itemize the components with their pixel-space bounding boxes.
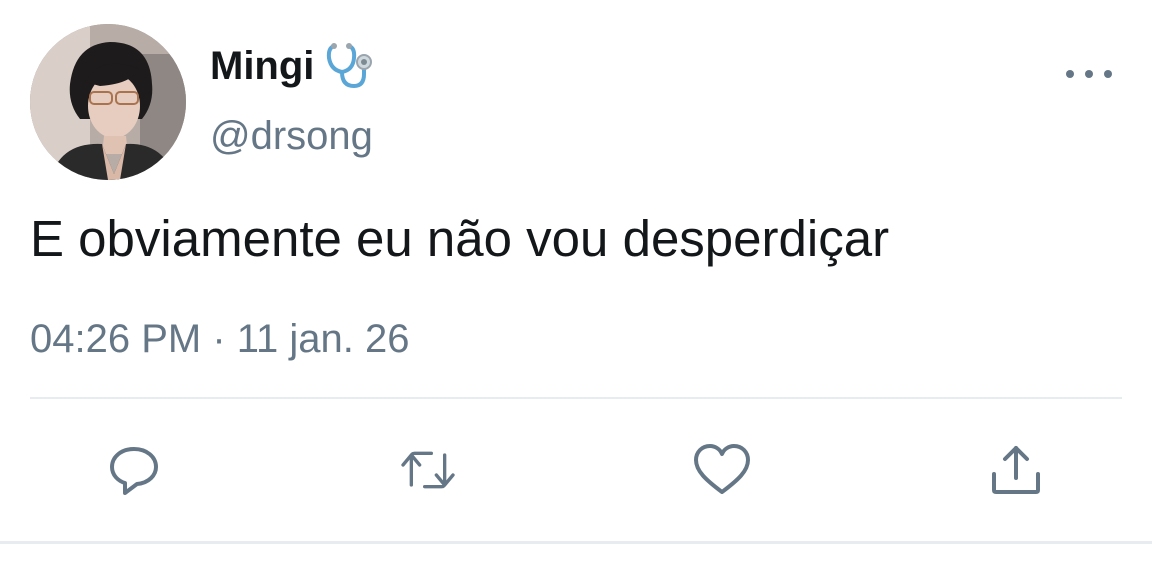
- more-dot-icon: [1085, 70, 1093, 78]
- avatar[interactable]: [30, 24, 186, 180]
- like-button[interactable]: [692, 440, 752, 500]
- reply-button[interactable]: [104, 440, 164, 500]
- share-button[interactable]: [986, 440, 1046, 500]
- reply-icon: [110, 447, 158, 495]
- author-display-name[interactable]: Mingi: [210, 40, 376, 92]
- retweet-icon: [401, 451, 455, 489]
- stethoscope-icon: [324, 40, 376, 92]
- tweet-timestamp[interactable]: 04:26 PM · 11 jan. 26: [30, 315, 410, 363]
- tweet-text: E obviamente eu não vou desperdiçar: [30, 210, 890, 267]
- more-dot-icon: [1066, 70, 1074, 78]
- share-icon: [992, 446, 1040, 494]
- more-dot-icon: [1104, 70, 1112, 78]
- more-options-button[interactable]: [1066, 58, 1112, 90]
- divider: [30, 397, 1122, 399]
- display-name-text: Mingi: [210, 44, 315, 88]
- heart-icon: [694, 444, 750, 494]
- avatar-photo: [30, 24, 186, 180]
- retweet-button[interactable]: [398, 440, 458, 500]
- bottom-divider: [0, 541, 1152, 544]
- author-handle[interactable]: @drsong: [210, 112, 373, 160]
